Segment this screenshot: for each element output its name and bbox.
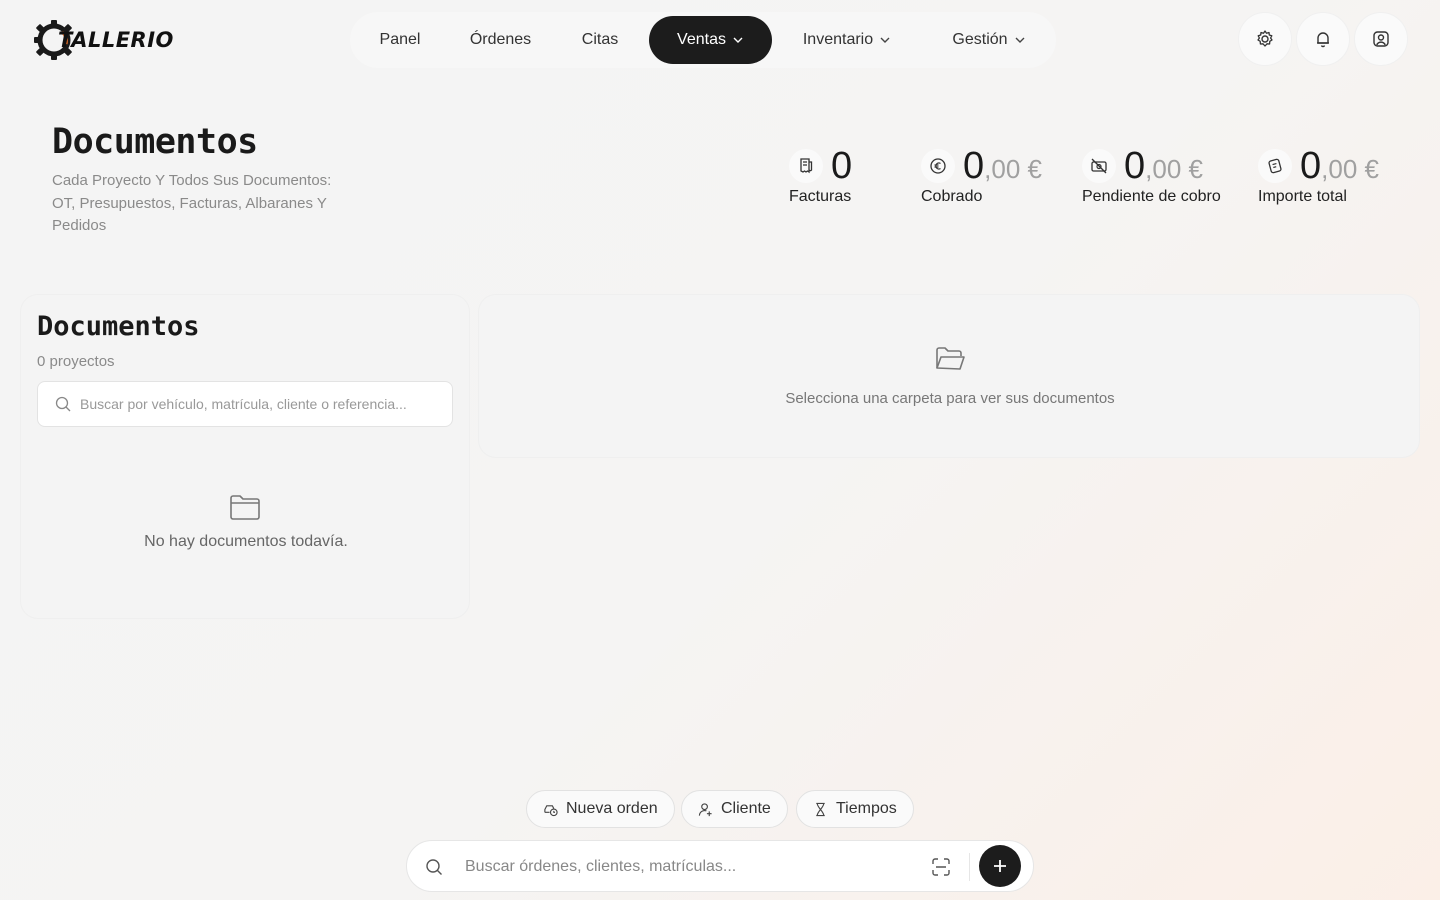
stat-fraction: ,00 € bbox=[1145, 154, 1203, 184]
plus-icon bbox=[994, 860, 1006, 872]
stat-value: 0 bbox=[963, 145, 985, 187]
page-subtitle: Cada Proyecto Y Todos Sus Documentos: OT… bbox=[52, 172, 332, 234]
stat-fraction: ,00 € bbox=[984, 154, 1042, 184]
car-clock-icon bbox=[544, 804, 558, 816]
quick-action-label: Nueva orden bbox=[566, 800, 658, 817]
chevron-down-icon bbox=[733, 37, 743, 43]
projects-count: 0 proyectos bbox=[37, 353, 115, 370]
nav-item-label: Citas bbox=[581, 31, 619, 48]
search-icon bbox=[55, 396, 71, 412]
quick-action-label: Cliente bbox=[721, 800, 771, 817]
stat-fraction: ,00 € bbox=[1321, 154, 1379, 184]
user-add-icon bbox=[698, 802, 712, 816]
bell-icon bbox=[1317, 32, 1329, 48]
brand-logo[interactable]: TALLERIO bbox=[32, 18, 174, 62]
settings-button[interactable] bbox=[1238, 12, 1292, 66]
notifications-button[interactable] bbox=[1296, 12, 1350, 66]
stat-value: 0 bbox=[1300, 145, 1322, 187]
page-title: Documentos bbox=[52, 122, 258, 162]
projects-panel-title: Documentos bbox=[37, 311, 200, 342]
money-off-icon bbox=[1082, 149, 1116, 183]
nav-item-inventario[interactable]: Inventario bbox=[772, 16, 922, 64]
stat-label: Cobrado bbox=[921, 188, 983, 205]
main-nav: Panel Órdenes Citas Ventas Inventario Ge… bbox=[350, 12, 1056, 68]
wallet-icon bbox=[1258, 149, 1292, 183]
projects-search-input[interactable] bbox=[80, 396, 440, 412]
receipt-icon bbox=[789, 149, 823, 183]
stat-importe-total: 0,00 € Importe total bbox=[1258, 144, 1379, 206]
stat-value: 0 bbox=[1124, 145, 1146, 187]
folder-icon bbox=[230, 495, 260, 520]
nav-item-label: Gestión bbox=[952, 31, 1008, 48]
search-icon bbox=[426, 859, 442, 875]
stat-facturas: 0 Facturas bbox=[789, 144, 852, 206]
nav-item-ventas[interactable]: Ventas bbox=[649, 16, 772, 64]
user-icon bbox=[1373, 31, 1389, 47]
divider bbox=[969, 853, 970, 881]
new-order-button[interactable]: Nueva orden bbox=[526, 790, 675, 828]
projects-empty-message: No hay documentos todavía. bbox=[144, 533, 348, 550]
nav-item-label: Órdenes bbox=[469, 31, 532, 48]
scan-icon[interactable] bbox=[931, 857, 951, 877]
stat-label: Facturas bbox=[789, 188, 852, 205]
stat-label: Pendiente de cobro bbox=[1082, 188, 1221, 205]
nav-item-panel[interactable]: Panel bbox=[350, 16, 450, 64]
settings-icon bbox=[1257, 30, 1273, 47]
stat-cobrado: 0,00 € Cobrado bbox=[921, 144, 1042, 206]
stat-pendiente: 0,00 € Pendiente de cobro bbox=[1082, 144, 1221, 206]
global-search-bar bbox=[406, 840, 1034, 892]
stat-value: 0 bbox=[831, 145, 853, 187]
new-client-button[interactable]: Cliente bbox=[681, 790, 788, 828]
nav-item-label: Ventas bbox=[677, 31, 726, 48]
hourglass-icon bbox=[816, 802, 825, 816]
times-button[interactable]: Tiempos bbox=[796, 790, 914, 828]
projects-panel: Documentos 0 proyectos No hay documentos… bbox=[20, 294, 470, 619]
nav-item-gestion[interactable]: Gestión bbox=[922, 16, 1056, 64]
projects-search[interactable] bbox=[37, 381, 453, 427]
add-button[interactable] bbox=[979, 845, 1021, 887]
quick-action-label: Tiempos bbox=[836, 800, 897, 817]
global-search-input[interactable] bbox=[465, 856, 905, 878]
nav-item-label: Inventario bbox=[802, 31, 874, 48]
brand-name: TALLERIO bbox=[58, 28, 174, 52]
chevron-down-icon bbox=[1015, 37, 1025, 43]
folder-open-icon bbox=[936, 347, 965, 370]
nav-item-label: Panel bbox=[379, 31, 421, 48]
nav-item-ordenes[interactable]: Órdenes bbox=[450, 16, 551, 64]
chevron-down-icon bbox=[880, 37, 890, 43]
euro-icon bbox=[921, 149, 955, 183]
documents-empty-message: Selecciona una carpeta para ver sus docu… bbox=[785, 390, 1115, 407]
nav-item-citas[interactable]: Citas bbox=[551, 16, 649, 64]
profile-button[interactable] bbox=[1354, 12, 1408, 66]
stat-label: Importe total bbox=[1258, 188, 1347, 205]
documents-panel: Selecciona una carpeta para ver sus docu… bbox=[478, 294, 1420, 458]
